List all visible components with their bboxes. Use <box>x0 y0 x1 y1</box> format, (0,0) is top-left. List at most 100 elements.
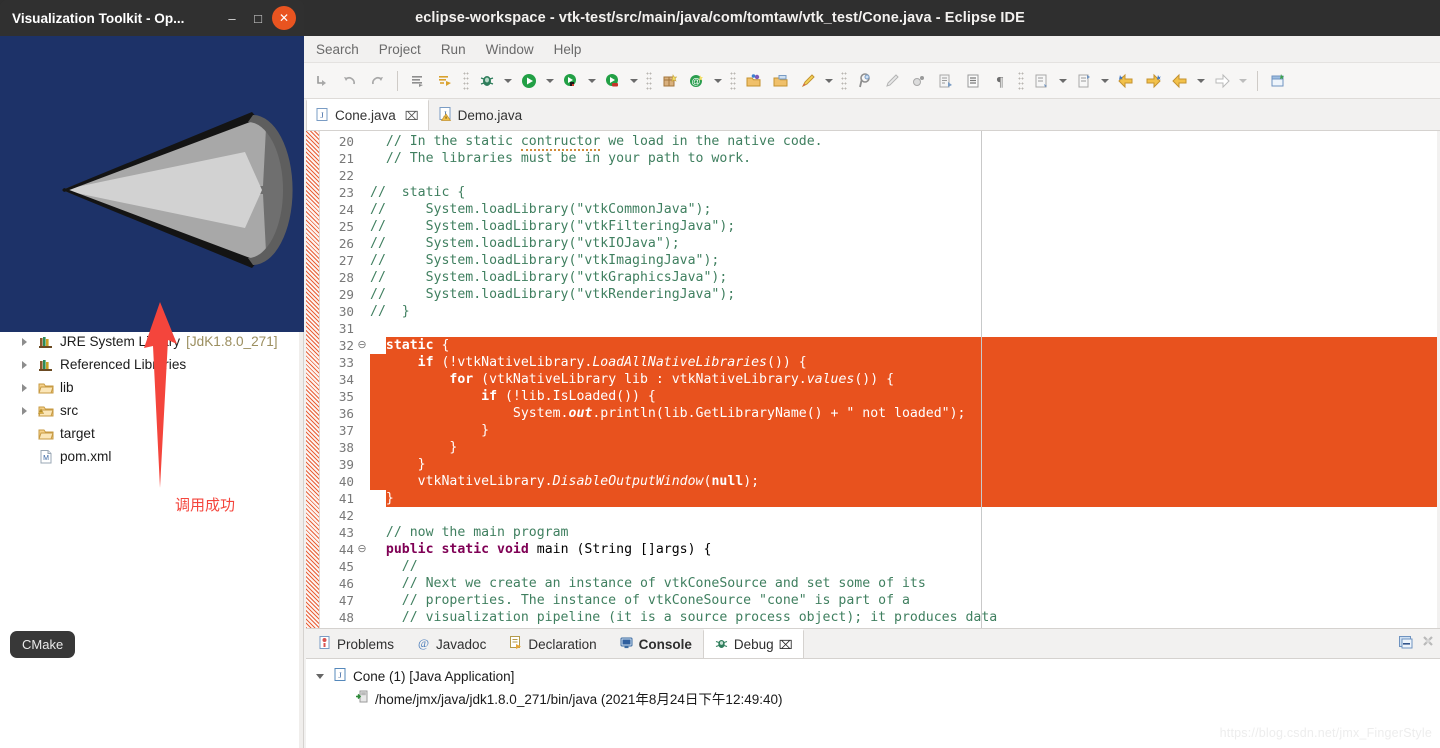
toggle-mark-occurrences-icon[interactable] <box>906 68 932 94</box>
code-line[interactable]: } <box>370 490 394 507</box>
debug-tree-row[interactable]: J Cone (1) [Java Application] <box>316 665 1440 687</box>
open-type-icon[interactable] <box>741 68 767 94</box>
bottom-tab-close-icon[interactable]: ⌧ <box>779 638 793 652</box>
new-annotation-dropdown-arrow[interactable] <box>711 68 725 94</box>
explorer-item-jre-system-library[interactable]: JRE System Library [JdK1.8.0_271] <box>0 330 303 353</box>
code-line[interactable]: // properties. The instance of vtkConeSo… <box>370 592 910 609</box>
code-line[interactable]: // System.loadLibrary("vtkGraphicsJava")… <box>370 269 727 286</box>
pin-icon[interactable] <box>852 68 878 94</box>
view-menu-icon[interactable] <box>1420 632 1436 652</box>
coverage-dropdown-arrow[interactable] <box>585 68 599 94</box>
explorer-item-src[interactable]: src <box>0 399 303 422</box>
code-line[interactable]: // The libraries must be in your path to… <box>370 150 751 167</box>
previous-edit-icon[interactable] <box>1029 68 1055 94</box>
code-line[interactable]: // In the static contructor we load in t… <box>370 133 823 151</box>
tree-expander-icon[interactable] <box>22 360 32 370</box>
code-line[interactable]: for (vtkNativeLibrary lib : vtkNativeLib… <box>370 371 894 388</box>
bottom-tab-problems[interactable]: Problems <box>306 629 405 658</box>
toolbar-drag-handle-1[interactable] <box>463 70 469 91</box>
toolbar-drag-handle-5[interactable] <box>1018 70 1024 91</box>
vtk-title-bar[interactable]: Visualization Toolkit - Op... – □ ✕ <box>0 0 304 36</box>
open-task-icon[interactable] <box>405 68 431 94</box>
explorer-item-lib[interactable]: lib <box>0 376 303 399</box>
bottom-tab-declaration[interactable]: Declaration <box>497 629 607 658</box>
vtk-canvas[interactable] <box>0 36 304 332</box>
forward-history-dropdown-arrow[interactable] <box>1236 68 1250 94</box>
code-line[interactable]: // Next we create an instance of vtkCone… <box>370 575 926 592</box>
code-line[interactable]: // System.loadLibrary("vtkCommonJava"); <box>370 201 711 218</box>
menu-item-run[interactable]: Run <box>431 40 476 59</box>
editor-tab-close-icon[interactable]: ⌧ <box>405 109 419 123</box>
run-icon[interactable] <box>516 68 542 94</box>
menu-item-window[interactable]: Window <box>476 40 544 59</box>
code-line[interactable]: if (!vtkNativeLibrary.LoadAllNativeLibra… <box>370 354 807 371</box>
code-line[interactable]: // visualization pipeline (it is a sourc… <box>370 609 997 626</box>
close-button[interactable]: ✕ <box>272 6 296 30</box>
search-icon[interactable] <box>795 68 821 94</box>
debug-dropdown-arrow[interactable] <box>501 68 515 94</box>
code-line[interactable]: // <box>370 558 418 575</box>
tree-expander-icon[interactable] <box>22 337 32 347</box>
bottom-tab-javadoc[interactable]: @ Javadoc <box>405 629 497 658</box>
open-task-folder-icon[interactable] <box>768 68 794 94</box>
back-history-dropdown-arrow[interactable] <box>1194 68 1208 94</box>
previous-edit-dropdown-arrow[interactable] <box>1056 68 1070 94</box>
toolbar-drag-handle-2[interactable] <box>646 70 652 91</box>
new-window-icon[interactable] <box>1265 68 1291 94</box>
last-edit-dropdown-arrow[interactable] <box>1098 68 1112 94</box>
toolbar-drag-handle-3[interactable] <box>730 70 736 91</box>
menu-item-project[interactable]: Project <box>369 40 431 59</box>
redo-icon[interactable] <box>364 68 390 94</box>
code-line[interactable]: } <box>370 439 457 456</box>
block-selection-icon[interactable] <box>960 68 986 94</box>
editor-tab-cone-java[interactable]: J Cone.java ⌧ <box>306 99 429 130</box>
search-dropdown-arrow[interactable] <box>822 68 836 94</box>
vtk-render-window[interactable]: Visualization Toolkit - Op... – □ ✕ <box>0 0 304 332</box>
new-annotation-icon[interactable]: @ <box>684 68 710 94</box>
last-edit-location-icon[interactable] <box>1071 68 1097 94</box>
new-task-icon[interactable] <box>432 68 458 94</box>
code-line[interactable]: } <box>370 456 426 473</box>
skip-all-breakpoints-icon[interactable] <box>310 68 336 94</box>
code-line[interactable]: public static void main (String []args) … <box>370 541 712 558</box>
tree-expander-icon[interactable] <box>316 670 328 682</box>
code-fold-toggle[interactable]: ⊖ <box>356 541 368 558</box>
bottom-tab-debug[interactable]: Debug ⌧ <box>702 629 804 658</box>
code-line[interactable]: // System.loadLibrary("vtkRenderingJava"… <box>370 286 735 303</box>
code-line[interactable]: vtkNativeLibrary.DisableOutputWindow(nul… <box>370 473 759 490</box>
code-line[interactable]: // System.loadLibrary("vtkImagingJava"); <box>370 252 719 269</box>
code-line[interactable]: // now the main program <box>370 524 569 541</box>
code-line[interactable]: } <box>370 422 489 439</box>
cmake-taskbar-button[interactable]: CMake <box>10 631 76 658</box>
maximize-button[interactable]: □ <box>246 6 270 30</box>
code-line[interactable]: // System.loadLibrary("vtkIOJava"); <box>370 235 680 252</box>
code-editor[interactable]: 20 21 22 23 24 25 26 27 28 29 30 31 32 ⊖ 33 34 35 36 37 38 3… <box>306 131 1440 628</box>
toolbar-drag-handle-4[interactable] <box>841 70 847 91</box>
minimize-button[interactable]: – <box>220 6 244 30</box>
code-fold-toggle[interactable]: ⊖ <box>356 337 368 354</box>
code-line[interactable]: // } <box>370 303 410 320</box>
tree-expander-icon[interactable] <box>22 383 32 393</box>
forward-plain-icon[interactable] <box>1209 68 1235 94</box>
coverage-icon[interactable] <box>558 68 584 94</box>
run-last-tool-icon[interactable] <box>600 68 626 94</box>
back-plain-icon[interactable] <box>1167 68 1193 94</box>
tree-expander-icon[interactable] <box>22 406 32 416</box>
brush-icon[interactable] <box>879 68 905 94</box>
code-line[interactable]: if (!lib.IsLoaded()) { <box>370 388 656 405</box>
code-line[interactable]: // System.loadLibrary("vtkFilteringJava"… <box>370 218 735 235</box>
explorer-item-pom-xml[interactable]: Mpom.xml <box>0 445 303 468</box>
explorer-item-referenced-libraries[interactable]: Referenced Libraries <box>0 353 303 376</box>
forward-icon[interactable] <box>1140 68 1166 94</box>
editor-tab-demo-java[interactable]: J Demo.java <box>429 99 533 130</box>
code-line[interactable]: System.out.println(lib.GetLibraryName() … <box>370 405 966 422</box>
bottom-tab-console[interactable]: Console <box>608 629 703 658</box>
back-icon[interactable] <box>1113 68 1139 94</box>
code-line[interactable]: static { <box>370 337 450 354</box>
show-whitespace-icon[interactable]: ¶ <box>987 68 1013 94</box>
new-java-package-icon[interactable] <box>657 68 683 94</box>
debug-icon[interactable] <box>474 68 500 94</box>
run-dropdown-arrow[interactable] <box>543 68 557 94</box>
code-text-area[interactable]: // In the static contructor we load in t… <box>370 131 1440 628</box>
menu-item-search[interactable]: Search <box>306 40 369 59</box>
